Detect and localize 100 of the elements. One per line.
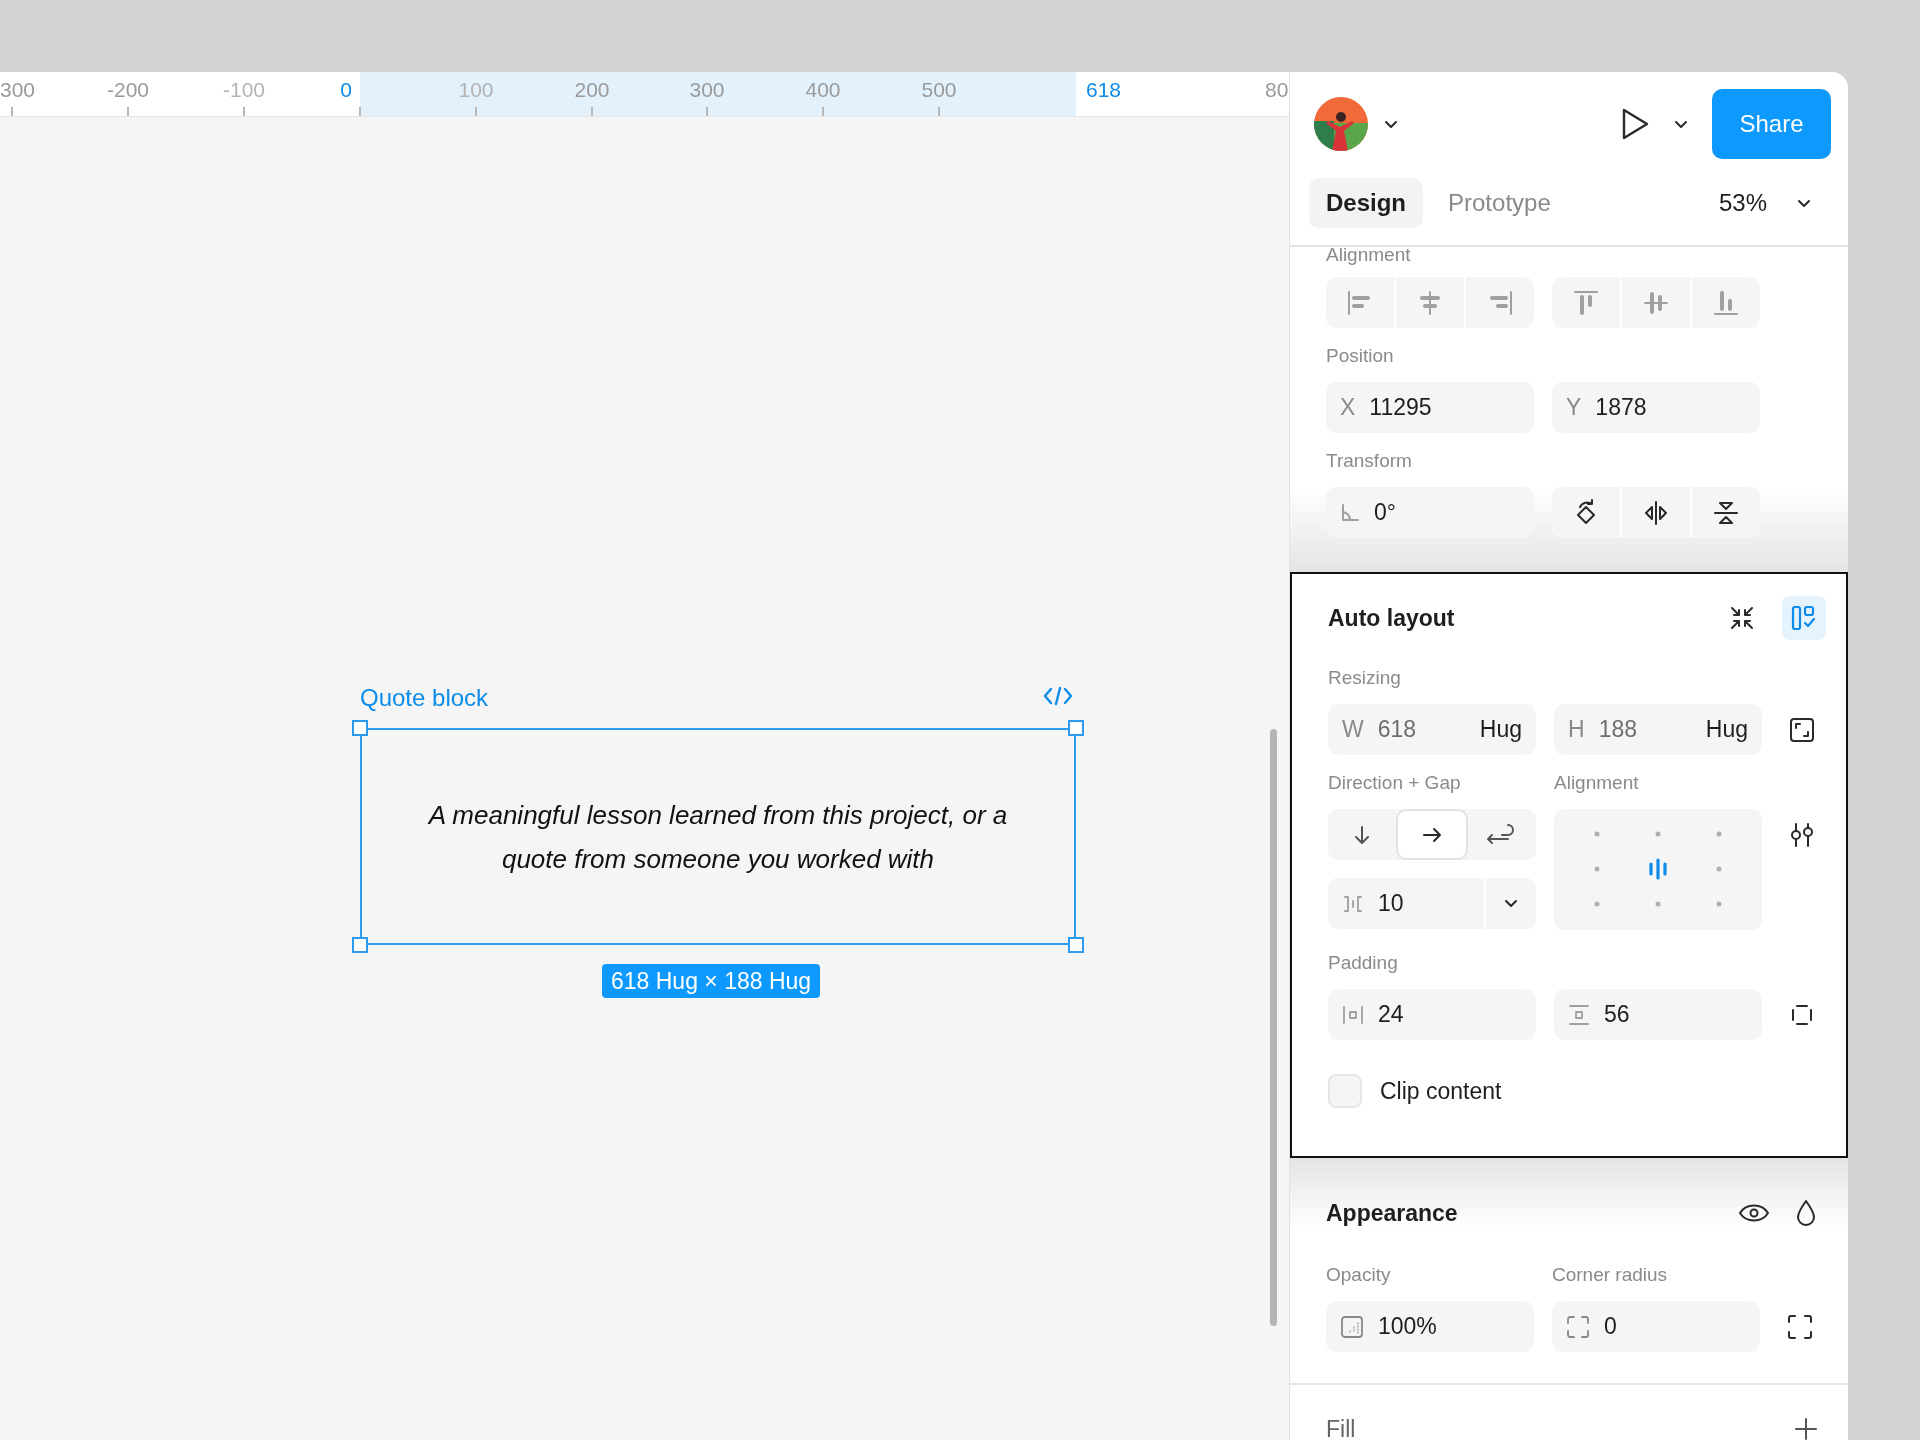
align-button[interactable] [1692,277,1760,328]
angle-icon [1340,502,1360,523]
chevron-down-icon [1674,119,1688,129]
resize-frame-icon [1789,716,1815,743]
size-label: 618 Hug × 188 Hug [602,964,821,998]
align-button[interactable] [1622,277,1690,328]
scrollbar[interactable] [1270,729,1277,1326]
transform-button[interactable] [1552,487,1620,538]
resize-handle[interactable] [1068,937,1084,953]
field-value: 0 [1604,1312,1617,1342]
ruler-label: 200 [574,78,610,102]
transform-button[interactable] [1622,487,1690,538]
dot-icon [1593,866,1600,872]
chevron-down-icon [1504,899,1518,908]
section-title: Fill [1326,1415,1357,1440]
ruler-label: -200 [107,78,149,102]
sliders-icon [1788,820,1816,849]
horizontal-padding-icon [1342,1003,1364,1026]
field-value: 10 [1378,889,1405,919]
checkbox[interactable] [1328,1074,1362,1109]
dot-icon [1655,901,1661,907]
code-icon [1043,686,1073,706]
align-button[interactable] [1326,277,1394,328]
field-prefix: Y [1566,393,1582,423]
field-value: 24 [1378,1000,1404,1030]
field-value: 188 [1598,715,1638,745]
ruler-label: 0 [340,78,352,102]
dot-icon [1593,831,1600,837]
section-label: Corner radius [1552,1263,1669,1287]
align-button[interactable] [1552,277,1620,328]
resize-handle[interactable] [1068,720,1084,736]
layout-guide-button[interactable] [1782,596,1826,640]
panel-tab[interactable]: Design [1309,178,1423,228]
section-label: Padding [1328,951,1399,975]
field-prefix: W [1342,715,1364,745]
section-label: Direction + Gap [1328,771,1462,795]
field-value: 1878 [1595,393,1647,423]
section-label: Opacity [1326,1263,1392,1287]
resize-handle[interactable] [352,720,368,736]
plus-icon[interactable] [1794,1417,1818,1440]
transform-button[interactable] [1692,487,1760,538]
checkbox-label[interactable]: Clip content [1380,1074,1502,1109]
align-button[interactable] [1396,277,1464,328]
ruler-label: 400 [805,78,841,102]
ruler-label: 500 [921,78,957,102]
rotation-field[interactable]: 0° [1326,487,1534,538]
layout-check-icon [1790,604,1818,632]
section-title: Auto layout [1328,604,1456,632]
horizontal-padding-field[interactable]: 24 [1328,989,1536,1040]
ruler-label: 80 [1265,78,1289,102]
drop-icon [1795,1199,1817,1227]
ruler-label: 300 [0,78,36,102]
gap-field[interactable]: 10 [1328,878,1536,929]
alignment-bars-icon [1646,857,1670,881]
ruler-label: 618 [1086,78,1122,102]
size-field[interactable]: W 618 Hug [1328,704,1536,755]
section-label: Alignment [1554,771,1640,795]
field-value: 0° [1374,498,1396,528]
dot-icon [1593,901,1600,907]
position-field[interactable]: X 11295 [1326,382,1534,433]
collapse-arrows-icon [1729,605,1755,631]
resize-handle[interactable] [352,937,368,953]
quote-text: A meaningful lesson learned from this project, or a quote from someone you worked with [426,798,1009,876]
corner-radius-field[interactable]: 0 [1552,1301,1760,1352]
padding-sides-icon [1790,1002,1814,1027]
section-label: Alignment [1326,247,1412,267]
dot-icon [1716,901,1723,907]
align-bottom-icon [1712,288,1740,317]
opacity-icon [1340,1314,1364,1339]
sizing-mode[interactable]: Hug [1705,712,1748,747]
corner-radius-icon [1566,1314,1590,1339]
gap-icon [1342,893,1364,914]
size-field[interactable]: H 188 Hug [1554,704,1762,755]
dot-icon [1655,831,1661,837]
section-title: Appearance [1326,1199,1459,1227]
ruler-label: 100 [458,78,494,102]
position-field[interactable]: Y 1878 [1552,382,1760,433]
dot-icon [1716,831,1723,837]
field-prefix: H [1568,715,1585,745]
dot-icon [1716,866,1723,872]
flip-horizontal-icon [1642,498,1670,527]
vertical-padding-field[interactable]: 56 [1554,989,1762,1040]
align-button[interactable] [1466,277,1534,328]
selected-frame[interactable]: A meaningful lesson learned from this project, or a quote from someone you worked with [360,728,1076,945]
corners-icon [1787,1313,1813,1340]
opacity-field[interactable]: 100% [1326,1301,1534,1352]
sizing-mode[interactable]: Hug [1479,712,1522,747]
chevron-down-icon [1797,198,1811,208]
eye-icon [1738,1202,1770,1224]
field-value: 100% [1378,1312,1437,1342]
section-label: Resizing [1328,666,1402,690]
align-top-icon [1572,288,1600,317]
field-value: 11295 [1369,393,1432,423]
field-prefix: X [1340,393,1356,423]
section-label: Transform [1326,449,1413,473]
play-icon [1620,107,1650,141]
zoom-level[interactable]: 53% [1718,185,1767,221]
ruler-label: -100 [223,78,265,102]
field-value: 56 [1604,1000,1630,1030]
field-value: 618 [1377,715,1418,745]
